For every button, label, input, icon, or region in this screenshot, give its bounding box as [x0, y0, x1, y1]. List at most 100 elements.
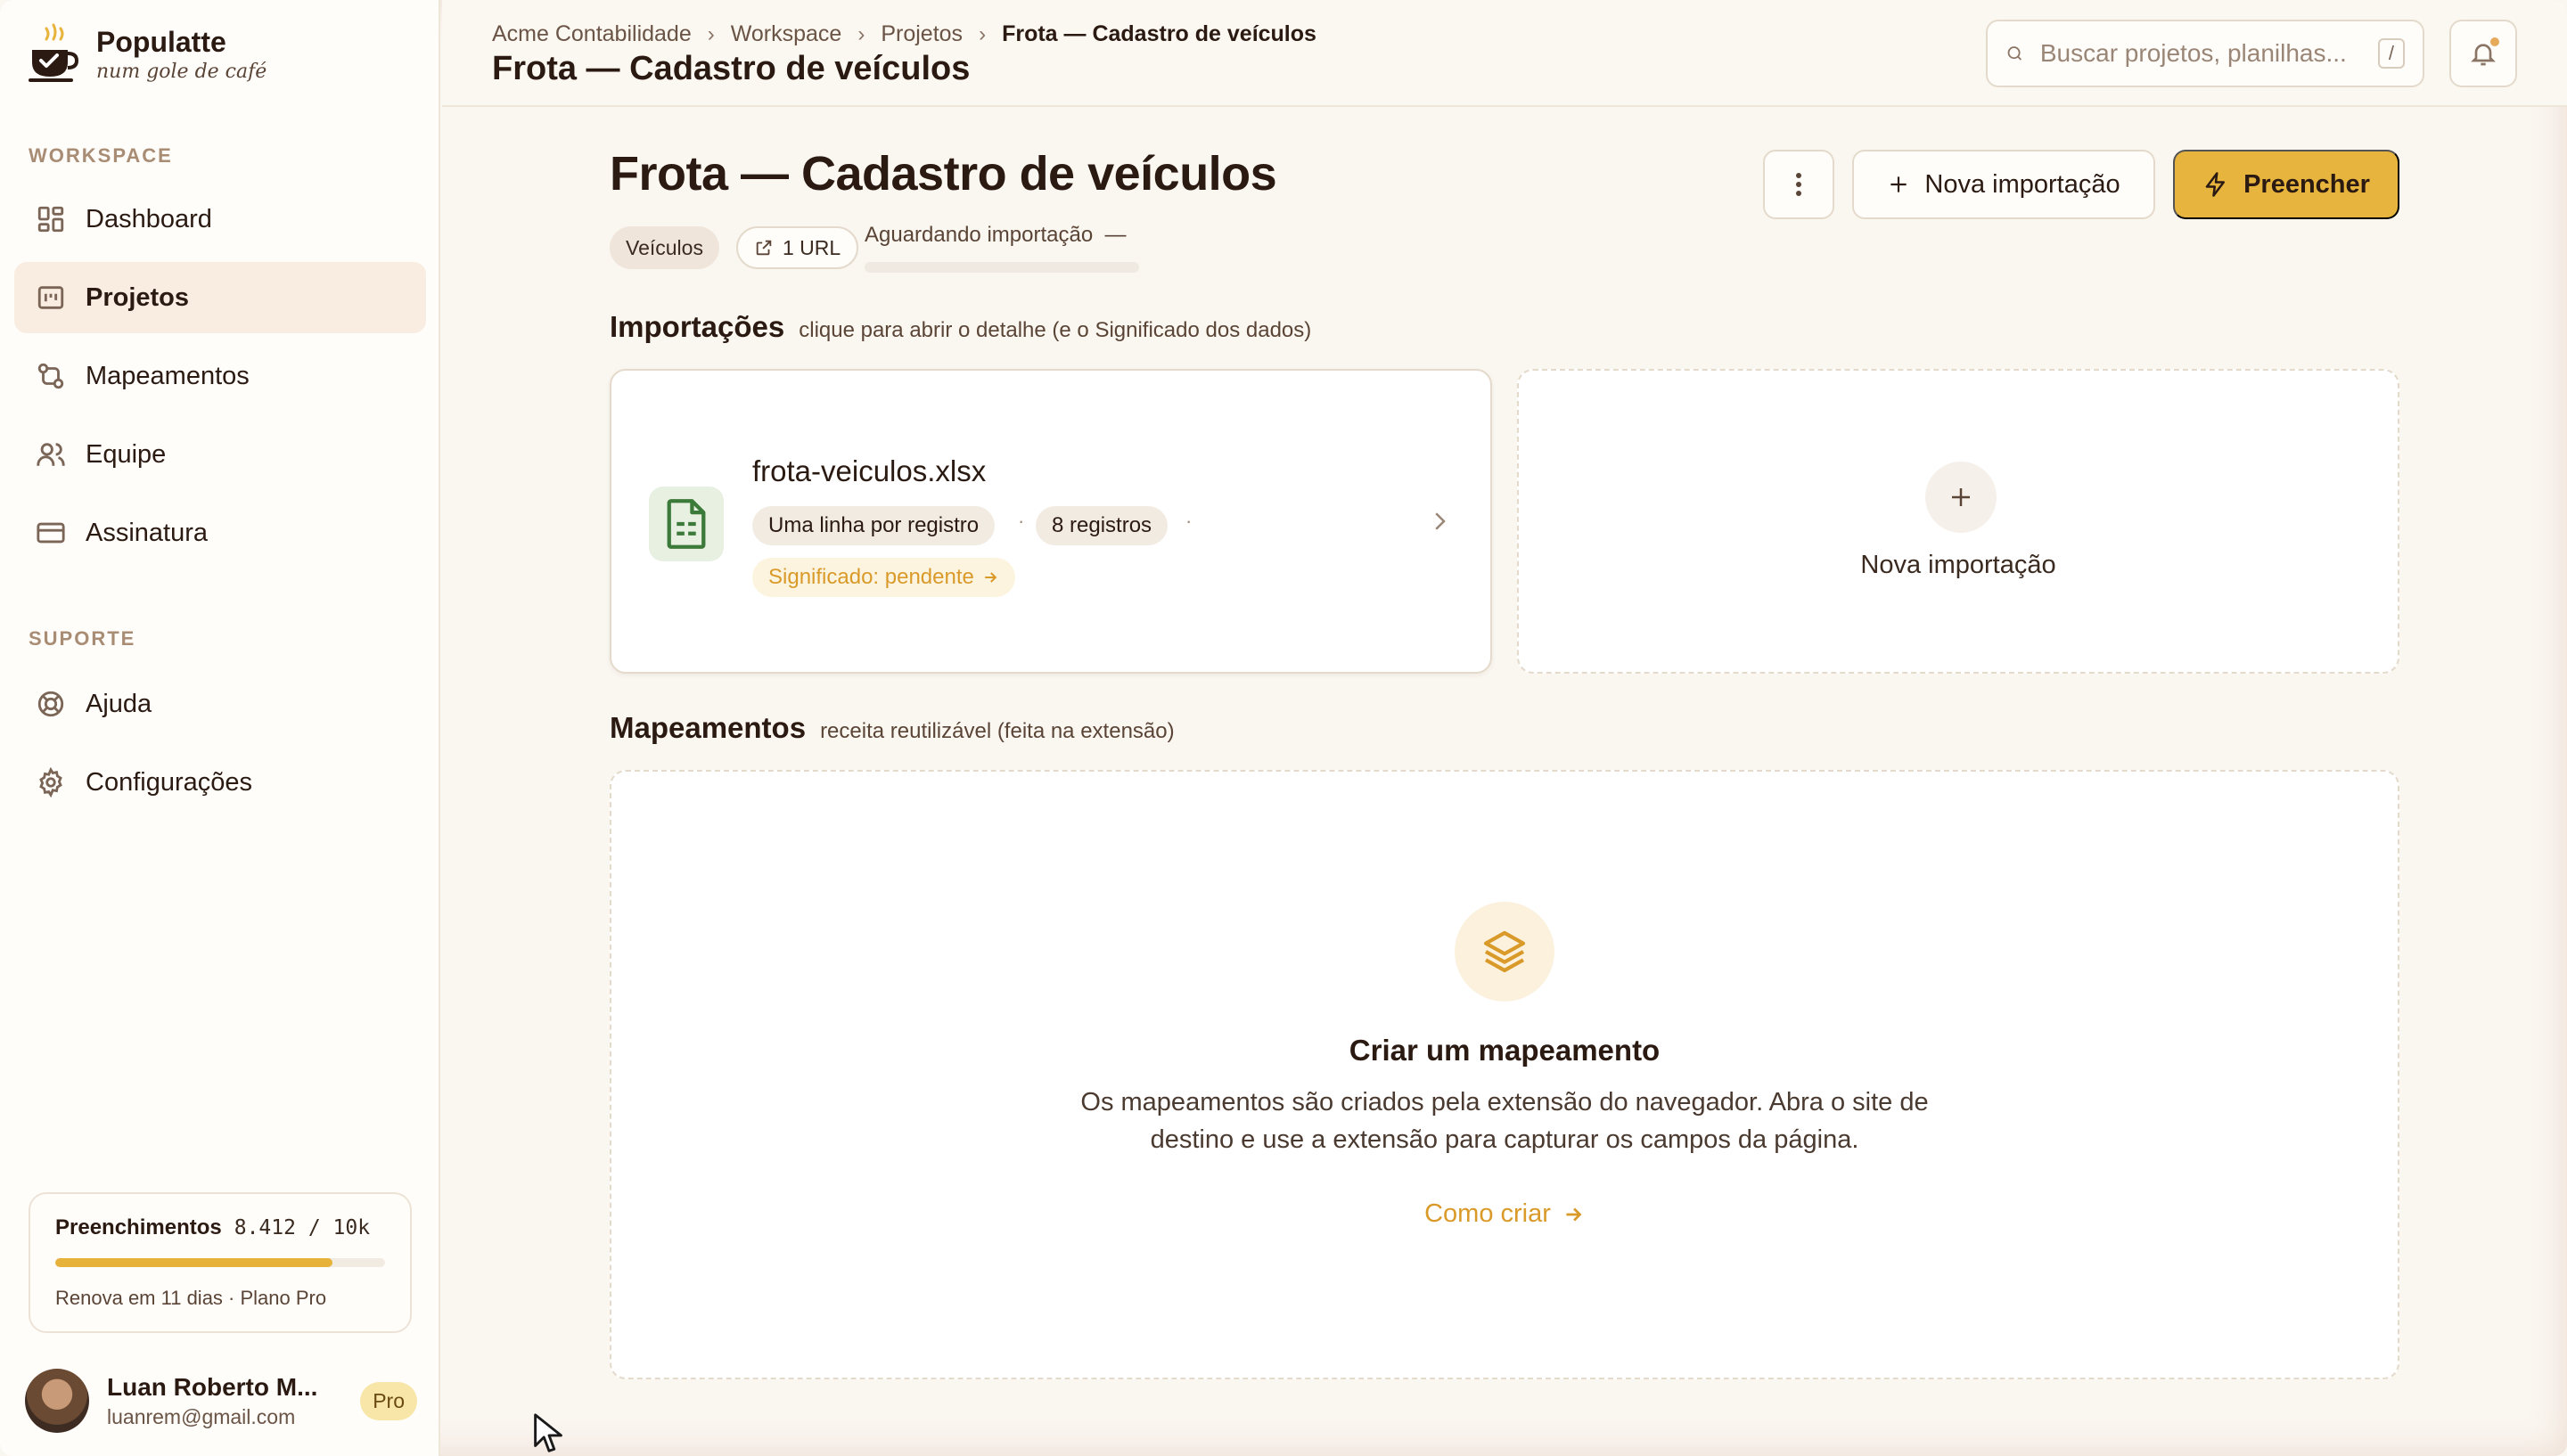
spreadsheet-file-icon — [649, 487, 724, 561]
notifications-button[interactable] — [2449, 20, 2517, 87]
file-name: frota-veiculos.xlsx — [752, 454, 987, 487]
new-import-label: Nova importação — [1924, 169, 2120, 199]
import-status-value: — — [1104, 223, 1127, 247]
sidebar-item-dashboard[interactable]: Dashboard — [14, 184, 426, 255]
workspace-section-label: WORKSPACE — [29, 144, 173, 167]
usage-card[interactable]: Preenchimentos 8.412 / 10k Renova em 11 … — [29, 1192, 412, 1333]
coffee-cup-logo-icon — [29, 23, 78, 82]
sidebar: Populatte num gole de café WORKSPACE Das… — [0, 0, 440, 1456]
sidebar-item-equipe[interactable]: Equipe — [14, 419, 426, 490]
search-input[interactable] — [2039, 39, 2362, 68]
lightning-icon — [2205, 172, 2226, 197]
url-count-chip[interactable]: 1 URL — [736, 226, 859, 269]
chevron-right-icon — [1435, 512, 1446, 530]
brand-tagline: num gole de café — [96, 61, 267, 83]
team-icon — [37, 443, 65, 466]
app-window: Populatte num gole de café WORKSPACE Das… — [0, 0, 2567, 1456]
plan-badge: Pro — [360, 1381, 417, 1420]
vertical-dots-icon — [1796, 173, 1801, 196]
sidebar-item-projetos[interactable]: Projetos — [14, 262, 426, 333]
user-email: luanrem@gmail.com — [107, 1404, 296, 1428]
new-import-card[interactable]: Nova importação — [1517, 369, 2399, 674]
sidebar-item-label: Equipe — [86, 439, 167, 469]
mappings-title-text: Mapeamentos — [610, 711, 807, 744]
mappings-section-title: Mapeamentos receita reutilizável (feita n… — [610, 711, 1175, 745]
sidebar-item-label: Configurações — [86, 767, 252, 797]
arrow-right-icon — [985, 572, 997, 583]
how-to-create-label: Como criar — [1424, 1199, 1551, 1228]
meaning-pending-pill[interactable]: Significado: pendente — [752, 558, 1015, 597]
usage-progress-bar — [55, 1258, 385, 1267]
fill-label: Preencher — [2243, 169, 2370, 199]
dashboard-icon — [37, 206, 64, 233]
topbar: Acme Contabilidade › Workspace › Projeto… — [442, 0, 2567, 107]
breadcrumb: Acme Contabilidade › Workspace › Projeto… — [492, 21, 1316, 47]
chevron-right-icon: › — [857, 21, 865, 46]
support-section-label: SUPORTE — [29, 627, 136, 650]
more-options-button[interactable] — [1763, 150, 1834, 219]
project-tag[interactable]: Veículos — [610, 226, 719, 269]
sidebar-item-label: Assinatura — [86, 518, 209, 547]
header-title: Frota — Cadastro de veículos — [492, 50, 971, 87]
chevron-right-icon: › — [707, 21, 715, 46]
imports-section-title: Importações clique para abrir o detalhe (… — [610, 310, 1311, 344]
projects-icon — [37, 286, 64, 309]
gear-icon — [39, 767, 62, 798]
plus-icon — [1925, 462, 1997, 533]
user-name: Luan Roberto M... — [107, 1372, 318, 1401]
sidebar-item-mapeamentos[interactable]: Mapeamentos — [14, 340, 426, 412]
mappings-empty-state: Criar um mapeamento Os mapeamentos são c… — [610, 770, 2399, 1379]
import-mode-pill: Uma linha por registro — [752, 506, 996, 545]
usage-renewal-note: Renova em 11 dias · Plano Pro — [55, 1287, 327, 1309]
sidebar-item-label: Mapeamentos — [86, 361, 250, 390]
new-import-card-label: Nova importação — [1860, 551, 2056, 579]
lifebuoy-icon — [37, 691, 64, 717]
notification-dot — [2490, 37, 2499, 46]
sidebar-item-configuracoes[interactable]: Configurações — [14, 747, 426, 818]
mappings-subtitle: receita reutilizável (feita na extensão) — [820, 719, 1175, 743]
page-title: Frota — Cadastro de veículos — [610, 147, 1277, 200]
sidebar-item-assinatura[interactable]: Assinatura — [14, 497, 426, 568]
separator-dot: · — [1185, 510, 1193, 532]
mouse-cursor-icon — [534, 1413, 562, 1452]
url-count-label: 1 URL — [783, 235, 841, 259]
breadcrumb-current: Frota — Cadastro de veículos — [1002, 21, 1316, 46]
import-status-label: Aguardando importação — [865, 223, 1094, 247]
sidebar-item-label: Projetos — [86, 282, 190, 312]
sidebar-item-label: Dashboard — [86, 204, 212, 233]
usage-count: 8.412 / 10k — [234, 1216, 371, 1239]
new-import-button[interactable]: Nova importação — [1852, 150, 2155, 219]
breadcrumb-item[interactable]: Workspace — [731, 21, 842, 47]
brand[interactable]: Populatte num gole de café — [29, 23, 267, 86]
chevron-right-icon: › — [979, 21, 987, 46]
imports-title-text: Importações — [610, 310, 785, 343]
usage-progress-fill — [55, 1258, 333, 1267]
card-icon — [37, 522, 65, 544]
breadcrumb-item[interactable]: Acme Contabilidade — [492, 21, 692, 47]
import-status: Aguardando importação — — [865, 223, 1127, 248]
sidebar-item-label: Ajuda — [86, 689, 152, 718]
mappings-icon — [37, 363, 64, 389]
user-menu[interactable]: Luan Roberto M... luanrem@gmail.com Pro — [25, 1369, 417, 1433]
separator-dot: · — [1018, 510, 1025, 532]
search-icon — [2007, 46, 2022, 61]
empty-state-description: Os mapeamentos são criados pela extensão… — [1080, 1088, 1929, 1154]
empty-state-title: Criar um mapeamento — [1349, 1034, 1661, 1067]
imports-subtitle: clique para abrir o detalhe (e o Signifi… — [799, 318, 1312, 342]
how-to-create-link[interactable]: Como criar — [611, 1199, 2398, 1229]
arrow-right-icon — [1566, 1207, 1582, 1221]
search-shortcut-key: / — [2377, 38, 2405, 69]
usage-title: Preenchimentos — [55, 1215, 222, 1239]
avatar — [25, 1369, 89, 1433]
layers-icon — [1455, 902, 1554, 1002]
breadcrumb-item[interactable]: Projetos — [881, 21, 963, 47]
search-box[interactable]: / — [1986, 20, 2424, 87]
meaning-pending-label: Significado: pendente — [768, 565, 974, 589]
record-count-pill: 8 registros — [1036, 506, 1169, 545]
import-file-card[interactable]: frota-veiculos.xlsx Uma linha por regist… — [610, 369, 1492, 674]
fill-button[interactable]: Preencher — [2173, 150, 2399, 219]
external-link-icon — [756, 240, 772, 256]
plus-icon — [1890, 176, 1907, 192]
import-progress-bar — [865, 262, 1139, 273]
sidebar-item-ajuda[interactable]: Ajuda — [14, 668, 426, 740]
